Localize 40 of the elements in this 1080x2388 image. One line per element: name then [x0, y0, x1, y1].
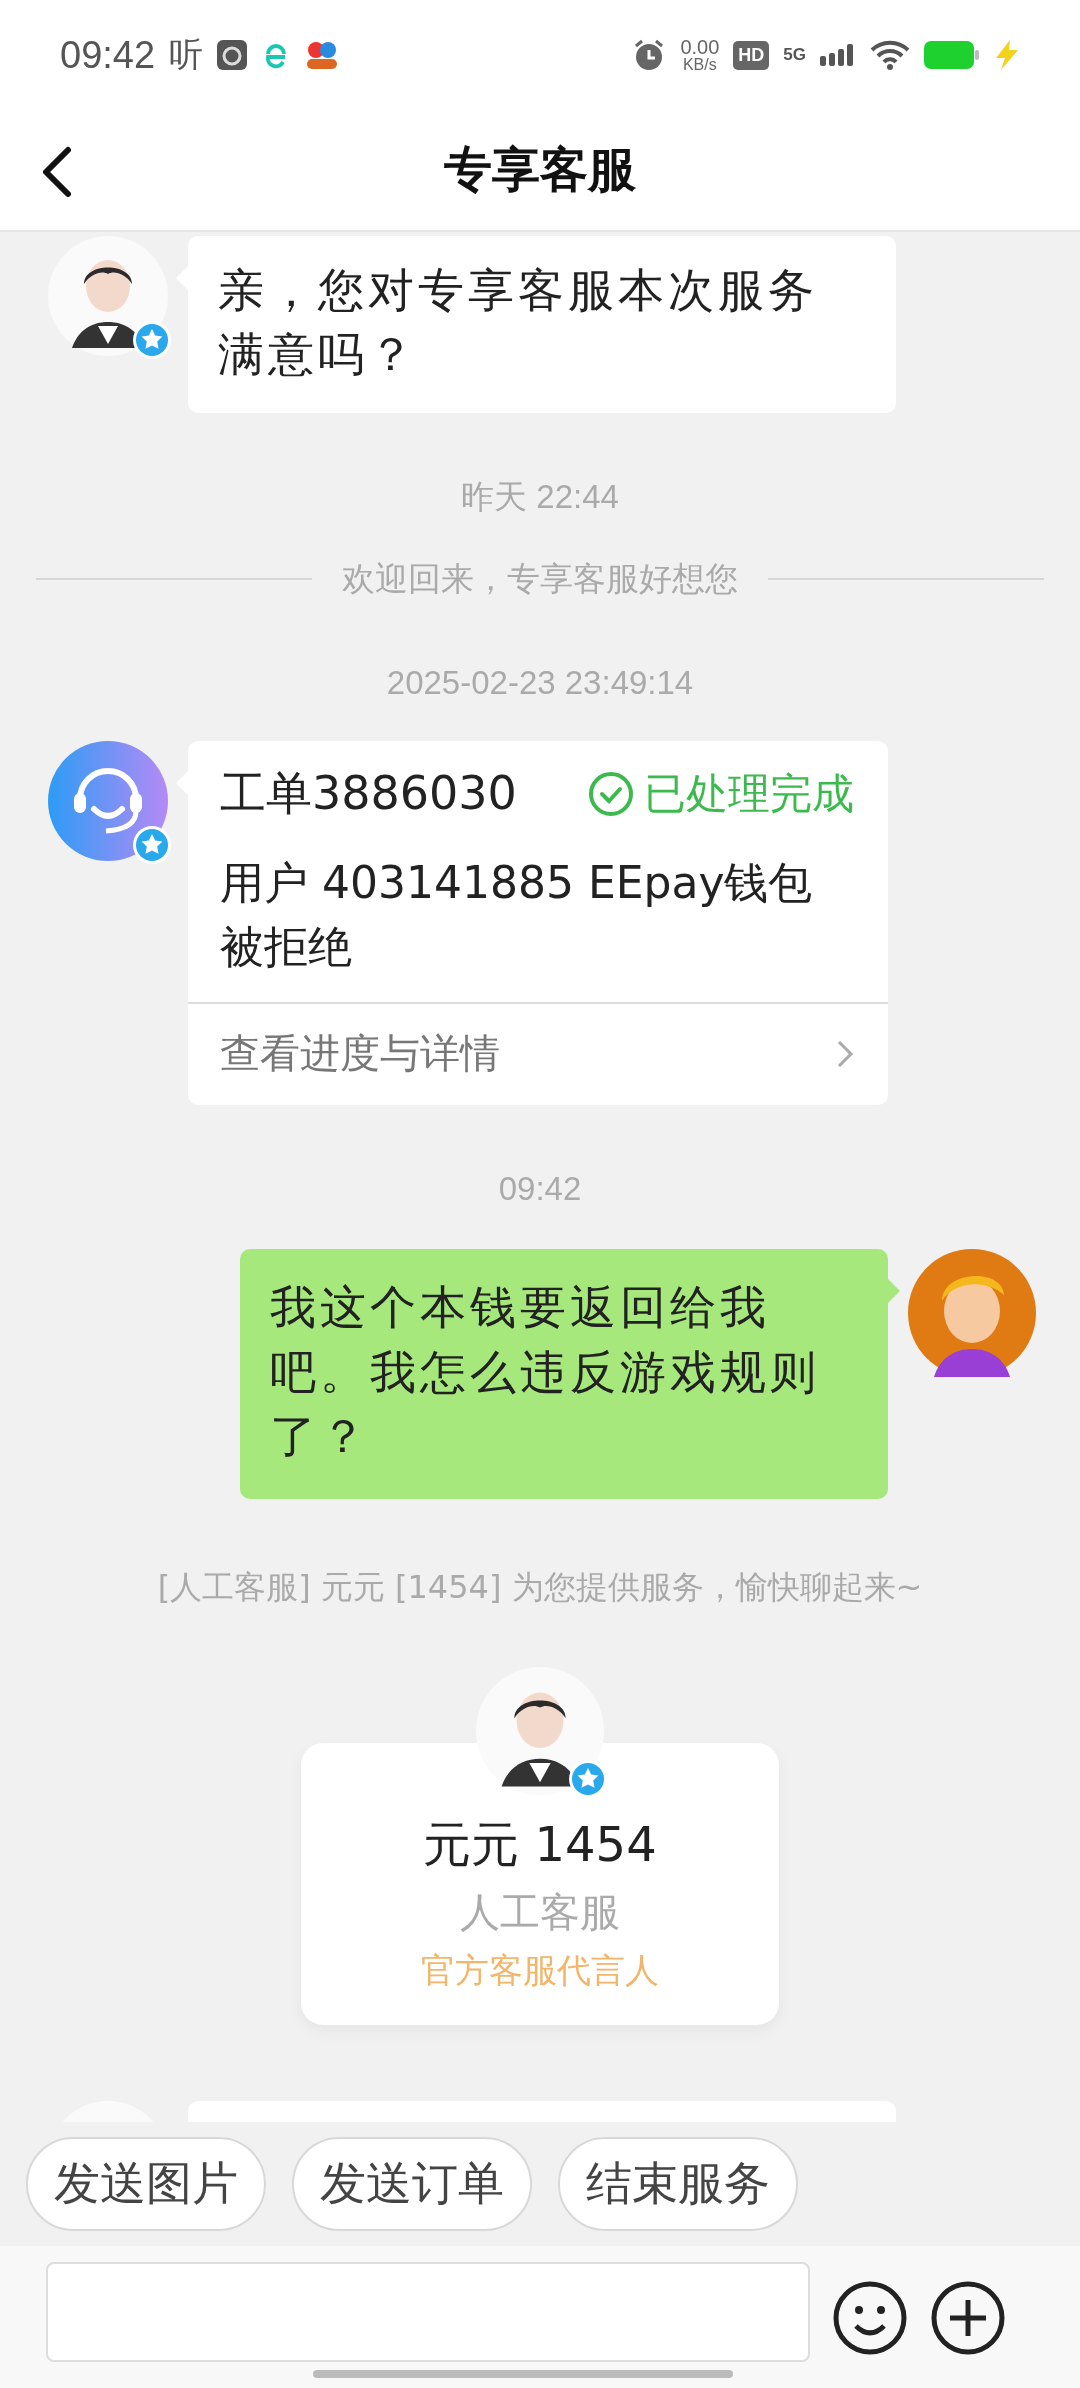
message-input[interactable] — [46, 2262, 810, 2362]
timestamp: 2025-02-23 23:49:14 — [386, 662, 694, 703]
network-speed-unit: KB/s — [682, 57, 717, 73]
app-icon — [217, 40, 248, 70]
add-button[interactable] — [930, 2280, 1006, 2356]
agent-tagline: 官方客服代言人 — [421, 1948, 659, 1992]
welcome-divider-text: 欢迎回来，专享客服好想您 — [342, 558, 738, 599]
page-title: 专享客服 — [444, 140, 636, 199]
battery-icon — [924, 41, 980, 69]
plus-icon — [930, 2280, 1006, 2356]
headset-avatar-icon — [48, 740, 168, 861]
network-speed: 0.00 — [680, 37, 720, 57]
emoji-button[interactable] — [832, 2280, 908, 2356]
charging-bolt-icon — [994, 40, 1020, 70]
chevron-right-icon — [836, 1038, 854, 1069]
wifi-icon — [870, 39, 910, 71]
quick-action-button[interactable]: 结束服务 — [558, 2137, 798, 2231]
message-text: 亲，您对专享客服本次服务满意吗？ — [218, 263, 818, 382]
agent-name: 元元 1454 — [423, 1814, 657, 1874]
system-notice: [人工客服] 元元 [1454] 为您提供服务，愉快聊起来~ — [157, 1566, 923, 1607]
ticket-description: 用户 403141885 EEpay钱包被拒绝 — [220, 855, 814, 974]
timestamp: 09:42 — [498, 1169, 582, 1210]
hd-indicator: HD — [733, 40, 770, 70]
star-badge-icon — [132, 824, 172, 865]
ticket-status: 已处理完成 — [644, 767, 854, 820]
status-app-label: 听 — [169, 33, 204, 76]
check-circle-icon — [588, 770, 634, 817]
quick-action-button[interactable]: 发送订单 — [292, 2137, 532, 2231]
smiley-icon — [832, 2280, 908, 2356]
agent-role: 人工客服 — [460, 1887, 620, 1937]
status-time: 09:42 — [60, 33, 156, 77]
app-badge-icon — [305, 39, 340, 71]
quick-action-button[interactable]: 发送图片 — [26, 2137, 266, 2231]
signal-icon — [820, 44, 856, 66]
message-text: 我这个本钱要返回给我吧。我怎么违反游戏规则了？ — [270, 1280, 820, 1464]
ticket-details-link[interactable]: 查看进度与详情 — [188, 1004, 888, 1106]
timestamp: 昨天 22:44 — [461, 476, 619, 517]
back-icon[interactable] — [40, 146, 74, 198]
ticket-title: 工单3886030 — [220, 764, 517, 822]
network-type: 5G — [783, 45, 806, 65]
